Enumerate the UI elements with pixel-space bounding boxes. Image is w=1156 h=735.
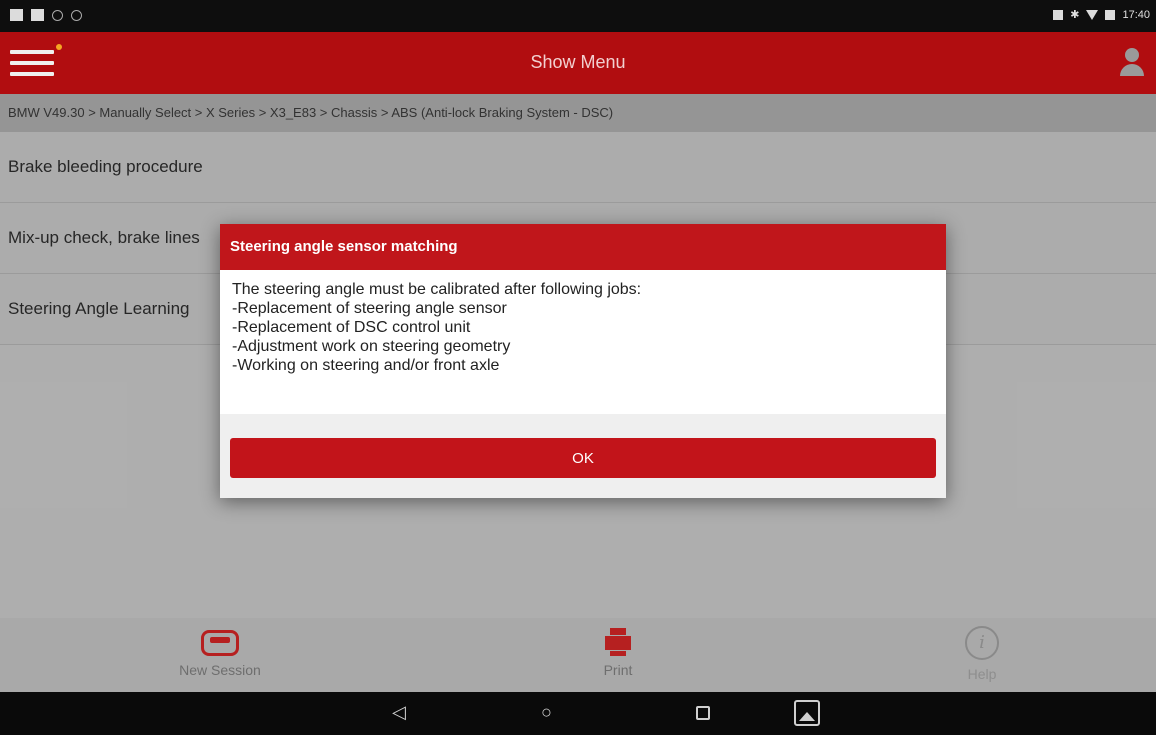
dialog-line: -Replacement of DSC control unit [232,319,471,336]
status-bar: ✱ 17:40 [0,0,1156,32]
sync-icon-2 [71,9,82,21]
bottom-toolbar: New Session Print i Help [0,618,1156,692]
gallery-icon[interactable] [794,700,820,726]
new-session-button[interactable]: New Session [140,624,300,678]
printer-icon [605,628,631,656]
help-label: Help [967,666,997,682]
dialog-line: -Adjustment work on steering geometry [232,338,511,355]
wifi-icon [1086,9,1099,20]
home-nav-icon[interactable]: ○ [541,702,552,723]
info-icon: i [965,626,999,660]
signal-icon [1053,9,1064,20]
steering-angle-dialog: Steering angle sensor matching The steer… [220,224,946,498]
screenshot-icon [31,9,44,21]
header-title: Show Menu [530,52,626,72]
dialog-title: Steering angle sensor matching [220,224,946,270]
dialog-line: The steering angle must be calibrated af… [232,281,642,298]
ok-button[interactable]: OK [230,438,936,478]
status-right-icons: ✱ 17:40 [1053,8,1150,21]
notification-icon [10,9,23,21]
back-nav-icon[interactable]: ◁ [392,702,406,723]
app-header: Show Menu [0,32,1156,94]
user-icon[interactable] [1120,48,1144,76]
new-session-label: New Session [179,662,261,678]
dialog-message: The steering angle must be calibrated af… [220,270,946,414]
recents-nav-icon[interactable] [696,706,710,720]
print-label: Print [603,662,633,678]
status-left-icons [10,9,82,21]
car-icon [201,630,239,656]
dialog-footer: OK [220,414,946,498]
status-time: 17:40 [1122,8,1150,21]
sync-icon [52,9,63,21]
dialog-line: -Working on steering and/or front axle [232,357,500,374]
system-nav-bar: ◁ ○ [0,692,1156,735]
dialog-line: -Replacement of steering angle sensor [232,300,507,317]
battery-icon [1105,9,1116,20]
print-button[interactable]: Print [538,624,698,678]
help-button[interactable]: i Help [902,624,1062,682]
bluetooth-icon: ✱ [1070,9,1080,21]
